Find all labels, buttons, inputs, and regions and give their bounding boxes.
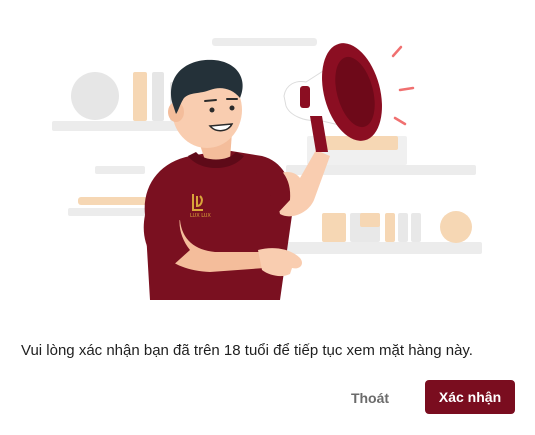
age-confirmation-message: Vui lòng xác nhận bạn đã trên 18 tuổi để… [21, 342, 473, 359]
megaphone-icon [283, 43, 415, 152]
man-with-megaphone-illustration: LUX LUX [52, 38, 482, 300]
svg-text:LUX LUX: LUX LUX [190, 213, 211, 219]
age-verification-dialog: LUX LUX Vui lòng xác nhận bạn đã trên 18… [0, 0, 535, 435]
confirm-button[interactable]: Xác nhận [425, 380, 515, 414]
exit-button[interactable]: Thoát [334, 383, 406, 413]
